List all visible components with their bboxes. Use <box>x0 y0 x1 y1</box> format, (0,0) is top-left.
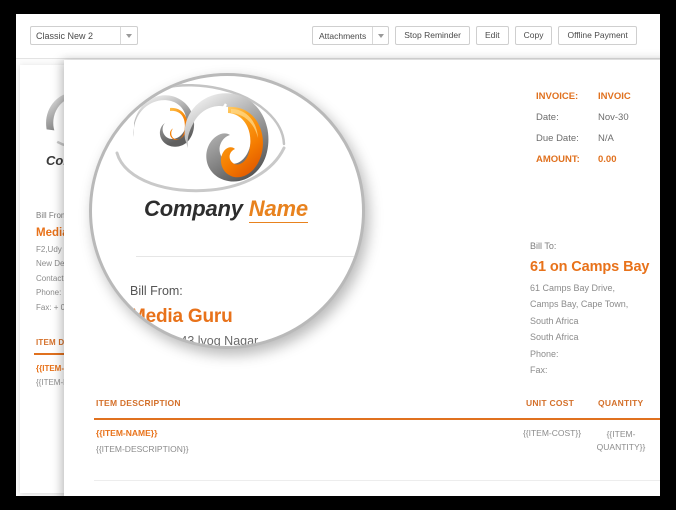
invoice-amount-value: 0.00 <box>598 154 617 165</box>
column-header-quantity: QUANTITY <box>598 398 644 408</box>
magnifier-company-name: Company Name <box>144 196 308 223</box>
bill-to-label: Bill To: <box>530 241 557 251</box>
items-table-header: ITEM DESCRIPTION UNIT COST QUANTITY DISC… <box>96 398 660 416</box>
offline-payment-button[interactable]: Offline Payment <box>558 26 637 45</box>
item-description: {{ITEM-DESCRIPTION}} <box>96 444 189 454</box>
attachments-dropdown[interactable]: Attachments <box>312 26 390 45</box>
magnifier-bill-from-name: Media Guru <box>130 306 233 327</box>
invoice-due-date-value: N/A <box>598 133 614 144</box>
magnifier-lens: Company Name Bill From: Media Guru Phone… <box>89 73 365 349</box>
column-header-unit-cost: UNIT COST <box>526 398 575 408</box>
magnifier-bill-from: Bill From: Media Guru Phone: +43 lvog Na… <box>130 281 258 346</box>
invoice-meta-row: AMOUNT: 0.00 <box>536 149 660 170</box>
template-select-value: Classic New 2 <box>36 30 94 41</box>
company-swoosh-logo-icon <box>115 84 286 193</box>
bill-to-line: South Africa <box>530 332 579 342</box>
app-window: Classic New 2 Attachments Stop Reminder … <box>16 14 660 496</box>
chevron-down-icon[interactable] <box>120 27 137 44</box>
magnifier-company-name-dark: Company <box>144 196 249 221</box>
invoice-date-label: Date: <box>536 112 559 123</box>
toolbar-actions: Attachments Stop Reminder Edit Copy Offl… <box>312 26 637 45</box>
item-name: {{ITEM-NAME}} <box>96 428 158 438</box>
table-row-separator <box>94 480 660 481</box>
bill-to-phone: Phone: <box>530 348 559 359</box>
invoice-meta-row: INVOICE: INVOIC <box>536 86 660 107</box>
background-bill-from-label: Bill From <box>36 211 68 220</box>
table-row: {{ITEM-NAME}} {{ITEM-DESCRIPTION}} {{ITE… <box>96 428 660 474</box>
magnifier-company-name-accent: Name <box>248 196 308 223</box>
toolbar: Classic New 2 Attachments Stop Reminder … <box>16 14 660 59</box>
edit-button[interactable]: Edit <box>475 26 509 45</box>
template-select[interactable]: Classic New 2 <box>30 26 138 45</box>
item-discount: {{ITEM-DISCOUNT}} <box>654 428 661 454</box>
magnifier-divider <box>136 256 362 257</box>
invoice-meta-row: Date: Nov-30 <box>536 107 660 128</box>
invoice-number-value: INVOIC <box>598 91 631 102</box>
bill-to-name: 61 on Camps Bay <box>530 258 650 275</box>
bill-to-fax: Fax: <box>530 365 548 375</box>
item-unit-cost: {{ITEM-COST}} <box>522 428 582 438</box>
invoice-date-value: Nov-30 <box>598 112 629 123</box>
invoice-due-date-label: Due Date: <box>536 133 579 144</box>
items-table-rule <box>94 418 660 420</box>
invoice-amount-label: AMOUNT: <box>536 154 580 165</box>
invoice-meta: INVOICE: INVOIC Date: Nov-30 Due Date: N… <box>536 86 660 170</box>
attachments-label: Attachments <box>319 30 367 41</box>
background-items-header: ITEM D <box>36 338 65 347</box>
bill-to-line: Camps Bay, Cape Town, <box>530 299 629 309</box>
chevron-down-icon[interactable] <box>372 27 388 44</box>
bill-to-line: South Africa <box>530 315 579 326</box>
bill-to-block: Bill To: 61 on Camps Bay 61 Camps Bay Dr… <box>530 238 660 379</box>
magnifier-bill-from-label: Bill From: <box>130 284 183 298</box>
invoice-number-label: INVOICE: <box>536 91 579 102</box>
stop-reminder-button[interactable]: Stop Reminder <box>395 26 470 45</box>
invoice-meta-row: Due Date: N/A <box>536 128 660 149</box>
magnifier-content: Company Name Bill From: Media Guru Phone… <box>92 76 362 346</box>
bill-to-line: 61 Camps Bay Drive, <box>530 282 616 293</box>
item-quantity: {{ITEM-QUANTITY}} <box>596 429 646 452</box>
copy-button[interactable]: Copy <box>514 26 553 45</box>
column-header-description: ITEM DESCRIPTION <box>96 398 181 408</box>
